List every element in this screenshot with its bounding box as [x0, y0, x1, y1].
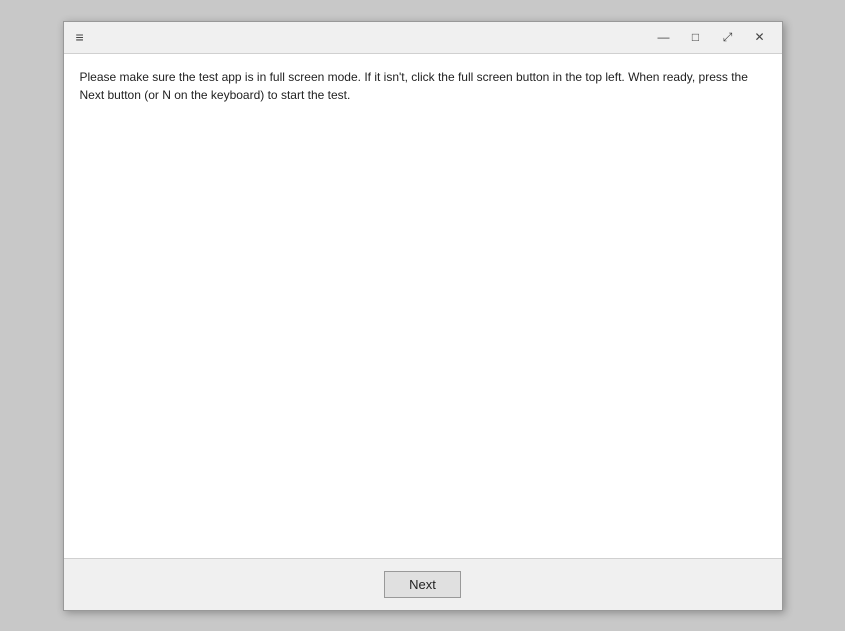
hamburger-icon[interactable]: ≡ — [72, 27, 88, 47]
restore-button[interactable]: ⤢ — [714, 26, 742, 48]
titlebar: ≡ — □ ⤢ ✕ — [64, 22, 782, 54]
titlebar-controls: — □ ⤢ ✕ — [650, 26, 774, 48]
instruction-text: Please make sure the test app is in full… — [80, 68, 766, 104]
minimize-button[interactable]: — — [650, 26, 678, 48]
next-button[interactable]: Next — [384, 571, 461, 598]
content-area: Please make sure the test app is in full… — [64, 54, 782, 558]
close-button[interactable]: ✕ — [746, 26, 774, 48]
main-window: ≡ — □ ⤢ ✕ Please make sure the test app … — [63, 21, 783, 611]
titlebar-left: ≡ — [72, 27, 88, 47]
bottom-bar: Next — [64, 558, 782, 610]
maximize-button[interactable]: □ — [682, 26, 710, 48]
